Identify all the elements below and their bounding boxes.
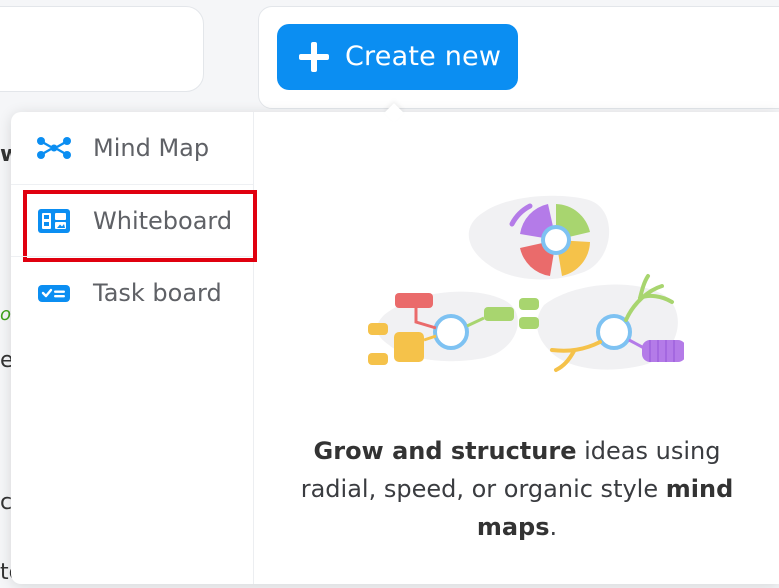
create-new-dropdown: Mind Map Whiteboard Task board Grow and … (11, 103, 779, 584)
board-type-preview: Grow and structure ideas using radial, s… (254, 112, 779, 584)
preview-description: Grow and structure ideas using radial, s… (282, 432, 752, 546)
menu-item-label: Task board (93, 278, 222, 307)
board-type-menu: Mind Map Whiteboard Task board (11, 112, 257, 584)
description-bold-text: Grow and structure (313, 437, 577, 465)
mind-map-icon (37, 137, 71, 159)
create-new-label: Create new (345, 41, 502, 72)
create-new-button[interactable]: Create new (277, 24, 518, 90)
background-text-fragment: o (0, 304, 12, 325)
menu-item-label: Mind Map (93, 134, 210, 162)
description-text: . (549, 513, 558, 541)
menu-item-mind-map[interactable]: Mind Map (11, 112, 253, 184)
task-board-icon (38, 284, 70, 302)
whiteboard-icon (38, 208, 70, 233)
menu-item-task-board[interactable]: Task board (11, 256, 253, 328)
mind-map-illustration (368, 195, 684, 372)
menu-item-label: Whiteboard (93, 206, 233, 235)
menu-item-whiteboard[interactable]: Whiteboard (11, 184, 257, 262)
search-panel (0, 6, 204, 92)
plus-icon (299, 42, 329, 72)
